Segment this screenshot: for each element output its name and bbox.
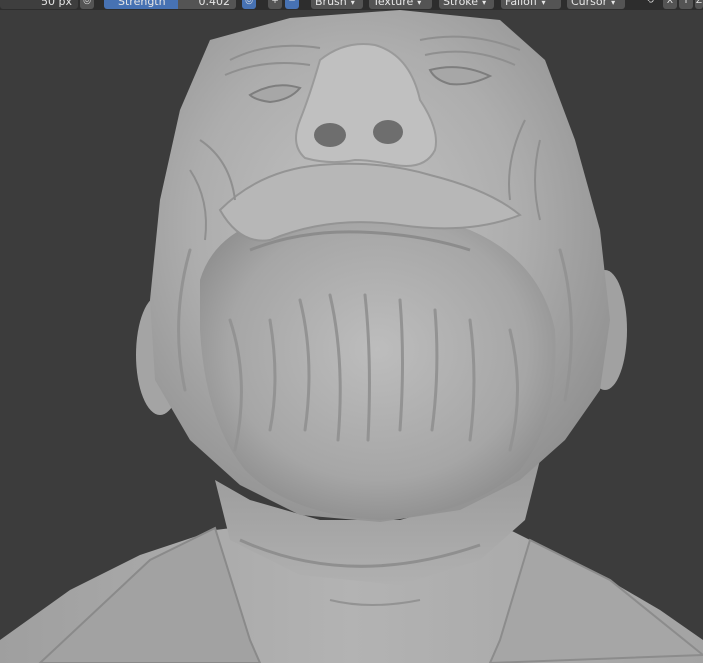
- strength-slider[interactable]: Strength 0.402: [104, 0, 236, 9]
- axis-x-button[interactable]: X: [663, 0, 677, 9]
- brush-dropdown[interactable]: Brush ▾: [311, 0, 363, 9]
- strength-label: Strength: [118, 0, 166, 8]
- radius-field[interactable]: 50 px: [0, 0, 78, 9]
- cursor-dropdown[interactable]: Cursor ▾: [567, 0, 625, 9]
- axis-z-button[interactable]: Z: [695, 0, 703, 9]
- strength-value: 0.402: [198, 0, 231, 8]
- strength-pressure-icon[interactable]: ◎: [242, 0, 256, 9]
- radius-value: 50 px: [41, 0, 72, 8]
- axis-y-button[interactable]: Y: [679, 0, 693, 9]
- 3d-viewport[interactable]: [0, 0, 703, 663]
- symmetry-icon[interactable]: ⟲: [643, 0, 657, 9]
- texture-dropdown[interactable]: Texture ▾: [369, 0, 432, 9]
- stroke-dropdown[interactable]: Stroke ▾: [439, 0, 494, 9]
- right-nostril: [373, 120, 403, 144]
- sculpt-mesh: [0, 10, 703, 663]
- direction-subtract-button[interactable]: −: [285, 0, 299, 9]
- chin-shape: [200, 210, 556, 520]
- falloff-dropdown[interactable]: Falloff ▾: [501, 0, 561, 9]
- sculpt-header-toolbar: 50 px ◎ Strength 0.402 ◎ + − Brush ▾ Text…: [0, 0, 703, 10]
- radius-pressure-icon[interactable]: ◎: [80, 0, 94, 9]
- direction-add-button[interactable]: +: [268, 0, 282, 9]
- left-nostril: [314, 123, 346, 147]
